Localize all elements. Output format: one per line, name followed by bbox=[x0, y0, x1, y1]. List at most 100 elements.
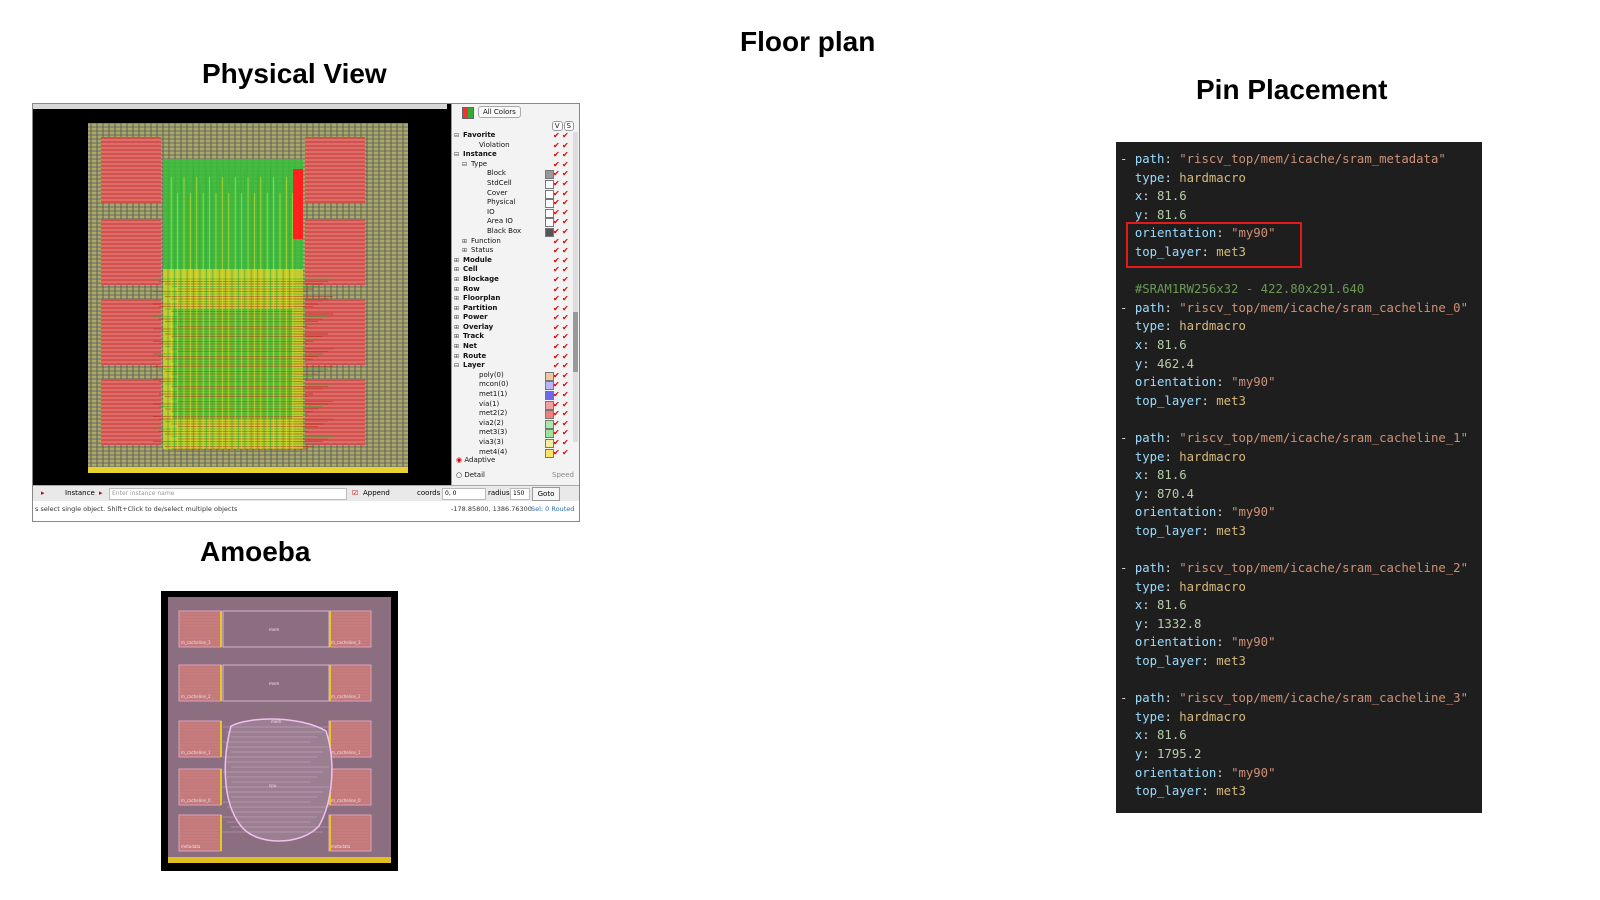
visible-checkbox[interactable]: ✔ bbox=[553, 169, 560, 179]
selectable-checkbox[interactable]: ✔ bbox=[562, 169, 569, 179]
selectable-checkbox[interactable]: ✔ bbox=[562, 323, 569, 333]
tree-item[interactable]: via(1) ✔ ✔ bbox=[454, 400, 574, 410]
selectable-checkbox[interactable]: ✔ bbox=[562, 448, 569, 458]
selectable-checkbox[interactable]: ✔ bbox=[562, 419, 569, 429]
selectable-checkbox[interactable]: ✔ bbox=[562, 179, 569, 189]
expand-icon[interactable]: ⊞ bbox=[454, 265, 459, 275]
selectable-checkbox[interactable]: ✔ bbox=[562, 131, 569, 141]
tree-item[interactable]: StdCell ✔ ✔ bbox=[454, 179, 574, 189]
expand-icon[interactable]: ⊞ bbox=[454, 285, 459, 295]
selectable-checkbox[interactable]: ✔ bbox=[562, 285, 569, 295]
visible-checkbox[interactable]: ✔ bbox=[553, 256, 560, 266]
expand-icon[interactable]: ⊞ bbox=[454, 352, 459, 362]
adaptive-option[interactable]: ◉ Adaptive bbox=[456, 456, 495, 464]
collapse-icon[interactable]: ⊟ bbox=[454, 361, 459, 371]
selectable-checkbox[interactable]: ✔ bbox=[562, 150, 569, 160]
tree-item[interactable]: met1(1) ✔ ✔ bbox=[454, 390, 574, 401]
visible-checkbox[interactable]: ✔ bbox=[553, 419, 560, 429]
selectable-checkbox[interactable]: ✔ bbox=[562, 380, 569, 390]
goto-button[interactable]: Goto bbox=[532, 487, 560, 501]
expand-icon[interactable]: ⊞ bbox=[454, 342, 459, 352]
selectable-checkbox[interactable]: ✔ bbox=[562, 352, 569, 362]
visible-checkbox[interactable]: ✔ bbox=[553, 361, 560, 371]
tree-item[interactable]: mcon(0) ✔ ✔ bbox=[454, 380, 574, 391]
expand-icon[interactable]: ⊞ bbox=[454, 304, 459, 314]
visible-checkbox[interactable]: ✔ bbox=[553, 285, 560, 295]
selectable-checkbox[interactable]: ✔ bbox=[562, 400, 569, 410]
tree-item[interactable]: ⊞ Status ✔ ✔ bbox=[454, 246, 574, 256]
visible-checkbox[interactable]: ✔ bbox=[553, 390, 560, 400]
visible-checkbox[interactable]: ✔ bbox=[553, 400, 560, 410]
selectable-checkbox[interactable]: ✔ bbox=[562, 428, 569, 438]
visible-checkbox[interactable]: ✔ bbox=[553, 342, 560, 352]
tree-item[interactable]: met2(2) ✔ ✔ bbox=[454, 409, 574, 420]
selectable-checkbox[interactable]: ✔ bbox=[562, 409, 569, 419]
selectable-checkbox[interactable]: ✔ bbox=[562, 371, 569, 381]
selectable-checkbox[interactable]: ✔ bbox=[562, 304, 569, 314]
expand-icon[interactable]: ⊞ bbox=[454, 256, 459, 266]
instance-input[interactable]: Enter instance name bbox=[109, 488, 347, 500]
all-colors-button[interactable]: All Colors bbox=[478, 106, 521, 118]
selectable-checkbox[interactable]: ✔ bbox=[562, 265, 569, 275]
selectable-checkbox[interactable]: ✔ bbox=[562, 141, 569, 151]
radio-icon[interactable]: ○ bbox=[456, 471, 462, 479]
selectable-checkbox[interactable]: ✔ bbox=[562, 438, 569, 448]
selectable-checkbox[interactable]: ✔ bbox=[562, 237, 569, 247]
tree-item[interactable]: ⊞ Route ✔ ✔ bbox=[454, 352, 574, 362]
append-checkbox[interactable]: ☑ bbox=[352, 489, 358, 497]
selectable-checkbox[interactable]: ✔ bbox=[562, 313, 569, 323]
selectable-checkbox[interactable]: ✔ bbox=[562, 217, 569, 227]
visible-checkbox[interactable]: ✔ bbox=[553, 179, 560, 189]
selectable-checkbox[interactable]: ✔ bbox=[562, 275, 569, 285]
coords-input[interactable]: 0, 0 bbox=[442, 488, 486, 500]
visible-checkbox[interactable]: ✔ bbox=[553, 189, 560, 199]
visible-checkbox[interactable]: ✔ bbox=[553, 227, 560, 237]
play-icon[interactable]: ▸ bbox=[41, 489, 45, 497]
selectable-checkbox[interactable]: ✔ bbox=[562, 256, 569, 266]
expand-icon[interactable]: ⊞ bbox=[462, 237, 467, 247]
scrollbar-thumb[interactable] bbox=[573, 312, 578, 372]
collapse-icon[interactable]: ⊟ bbox=[454, 150, 459, 160]
v-button[interactable]: V bbox=[551, 121, 563, 131]
tree-item[interactable]: ⊟ Favorite ✔ ✔ bbox=[454, 131, 574, 141]
expand-icon[interactable]: ⊞ bbox=[454, 332, 459, 342]
radio-selected-icon[interactable]: ◉ bbox=[456, 456, 462, 464]
tree-item[interactable]: ⊞ Function ✔ ✔ bbox=[454, 237, 574, 247]
collapse-icon[interactable]: ⊟ bbox=[462, 160, 467, 170]
tree-item[interactable]: ⊞ Row ✔ ✔ bbox=[454, 285, 574, 295]
visible-checkbox[interactable]: ✔ bbox=[553, 409, 560, 419]
visible-checkbox[interactable]: ✔ bbox=[553, 198, 560, 208]
tree-item[interactable]: Block ✔ ✔ bbox=[454, 169, 574, 180]
tree-item[interactable]: ⊟ Layer ✔ ✔ bbox=[454, 361, 574, 371]
expand-icon[interactable]: ⊞ bbox=[462, 246, 467, 256]
tree-item[interactable]: ⊞ Blockage ✔ ✔ bbox=[454, 275, 574, 285]
visible-checkbox[interactable]: ✔ bbox=[553, 131, 560, 141]
dropdown-icon[interactable]: ▸ bbox=[99, 489, 103, 497]
tree-item[interactable]: Violation ✔ ✔ bbox=[454, 141, 574, 151]
tree-item[interactable]: Black Box ✔ ✔ bbox=[454, 227, 574, 237]
tree-item[interactable]: Cover ✔ ✔ bbox=[454, 189, 574, 199]
tree-item[interactable]: ⊞ Track ✔ ✔ bbox=[454, 332, 574, 342]
tree-item[interactable]: via2(2) ✔ ✔ bbox=[454, 419, 574, 429]
visible-checkbox[interactable]: ✔ bbox=[553, 160, 560, 170]
expand-icon[interactable]: ⊞ bbox=[454, 313, 459, 323]
tree-item[interactable]: ⊞ Cell ✔ ✔ bbox=[454, 265, 574, 275]
s-button[interactable]: S bbox=[563, 121, 574, 131]
visible-checkbox[interactable]: ✔ bbox=[553, 332, 560, 342]
visible-checkbox[interactable]: ✔ bbox=[553, 380, 560, 390]
palette-icon[interactable] bbox=[462, 107, 474, 119]
tree-item[interactable]: met3(3) ✔ ✔ bbox=[454, 428, 574, 439]
selectable-checkbox[interactable]: ✔ bbox=[562, 189, 569, 199]
visible-checkbox[interactable]: ✔ bbox=[553, 448, 560, 458]
expand-icon[interactable]: ⊞ bbox=[454, 275, 459, 285]
visible-checkbox[interactable]: ✔ bbox=[553, 217, 560, 227]
expand-icon[interactable]: ⊞ bbox=[454, 323, 459, 333]
tree-item[interactable]: ⊞ Partition ✔ ✔ bbox=[454, 304, 574, 314]
detail-option[interactable]: ○ Detail bbox=[456, 471, 485, 479]
layout-canvas[interactable] bbox=[33, 109, 453, 501]
tree-item[interactable]: via3(3) ✔ ✔ bbox=[454, 438, 574, 448]
tree-item[interactable]: Physical ✔ ✔ bbox=[454, 198, 574, 209]
tree-item[interactable]: Area IO ✔ ✔ bbox=[454, 217, 574, 228]
tree-item[interactable]: ⊞ Floorplan ✔ ✔ bbox=[454, 294, 574, 304]
visible-checkbox[interactable]: ✔ bbox=[553, 294, 560, 304]
